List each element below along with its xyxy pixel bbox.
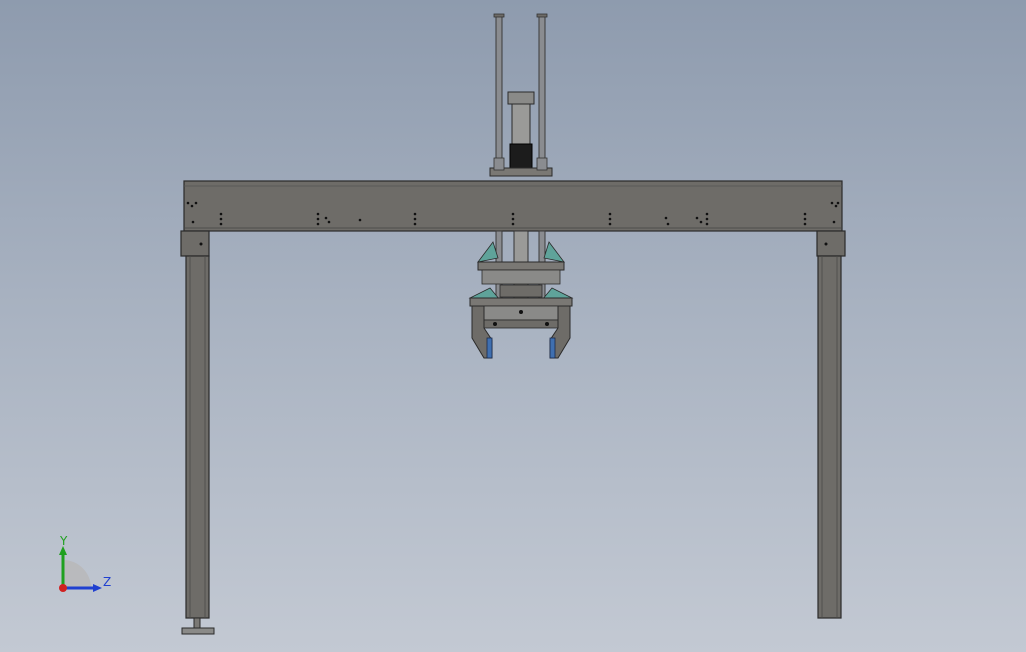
orientation-triad: Y Z <box>59 534 111 592</box>
y-axis-label: Y <box>59 534 68 548</box>
graphics-viewport[interactable]: Y Z <box>0 0 1026 652</box>
z-axis-arrow-icon <box>93 584 102 592</box>
left-leg[interactable] <box>180 230 215 635</box>
right-leg[interactable] <box>816 230 846 619</box>
x-axis-dot-icon <box>59 584 67 592</box>
gantry-model[interactable]: Y Z <box>0 0 1026 652</box>
top-beam[interactable] <box>183 180 843 232</box>
z-axis-label: Z <box>103 575 111 589</box>
